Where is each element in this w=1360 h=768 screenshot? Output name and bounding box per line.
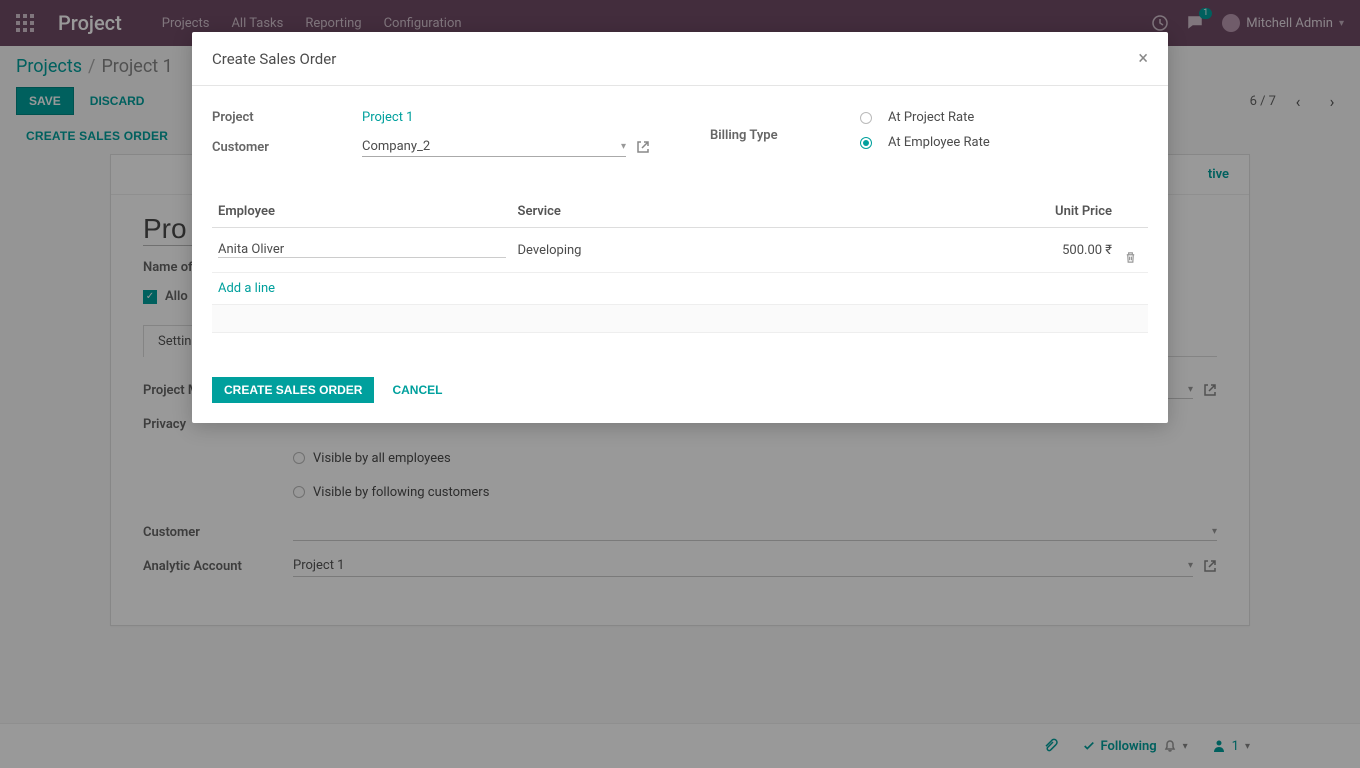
modal-billing-type-label: Billing Type	[710, 128, 860, 143]
external-link-icon[interactable]	[636, 140, 650, 154]
modal-project-label: Project	[212, 110, 362, 125]
modal-footer: CREATE SALES ORDER CANCEL	[192, 363, 1168, 423]
radio-employee-rate-label: At Employee Rate	[888, 135, 990, 150]
modal-customer-label: Customer	[212, 140, 362, 155]
radio-project-rate[interactable]	[860, 112, 872, 124]
radio-project-rate-label: At Project Rate	[888, 110, 974, 125]
add-line-link[interactable]: Add a line	[218, 281, 275, 296]
table-row[interactable]: Anita Oliver Developing 500.00 ₹	[212, 228, 1148, 273]
create-sales-order-modal: Create Sales Order × Project Project 1 C…	[192, 32, 1168, 423]
modal-overlay: Create Sales Order × Project Project 1 C…	[0, 0, 1360, 768]
add-line-row[interactable]: Add a line	[212, 273, 1148, 305]
modal-body: Project Project 1 Customer Company_2 ▾	[192, 86, 1168, 363]
employee-rate-table: Employee Service Unit Price Anita Oliver	[212, 196, 1148, 333]
col-service: Service	[512, 196, 933, 228]
row-employee: Anita Oliver	[218, 242, 284, 257]
trash-icon[interactable]	[1124, 251, 1142, 264]
row-unit-price: 500.00 ₹	[933, 228, 1118, 273]
modal-header: Create Sales Order ×	[192, 32, 1168, 86]
modal-title: Create Sales Order	[212, 50, 336, 68]
modal-customer-select[interactable]: Company_2 ▾	[362, 137, 626, 157]
modal-cancel-button[interactable]: CANCEL	[392, 383, 442, 397]
close-icon[interactable]: ×	[1138, 48, 1148, 69]
row-service: Developing	[512, 228, 933, 273]
col-unit-price: Unit Price	[933, 196, 1118, 228]
col-employee: Employee	[212, 196, 512, 228]
modal-project-link[interactable]: Project 1	[362, 110, 414, 125]
radio-employee-rate[interactable]	[860, 137, 872, 149]
table-blank-row	[212, 305, 1148, 333]
modal-customer-value: Company_2	[362, 139, 430, 154]
modal-create-button[interactable]: CREATE SALES ORDER	[212, 377, 374, 403]
